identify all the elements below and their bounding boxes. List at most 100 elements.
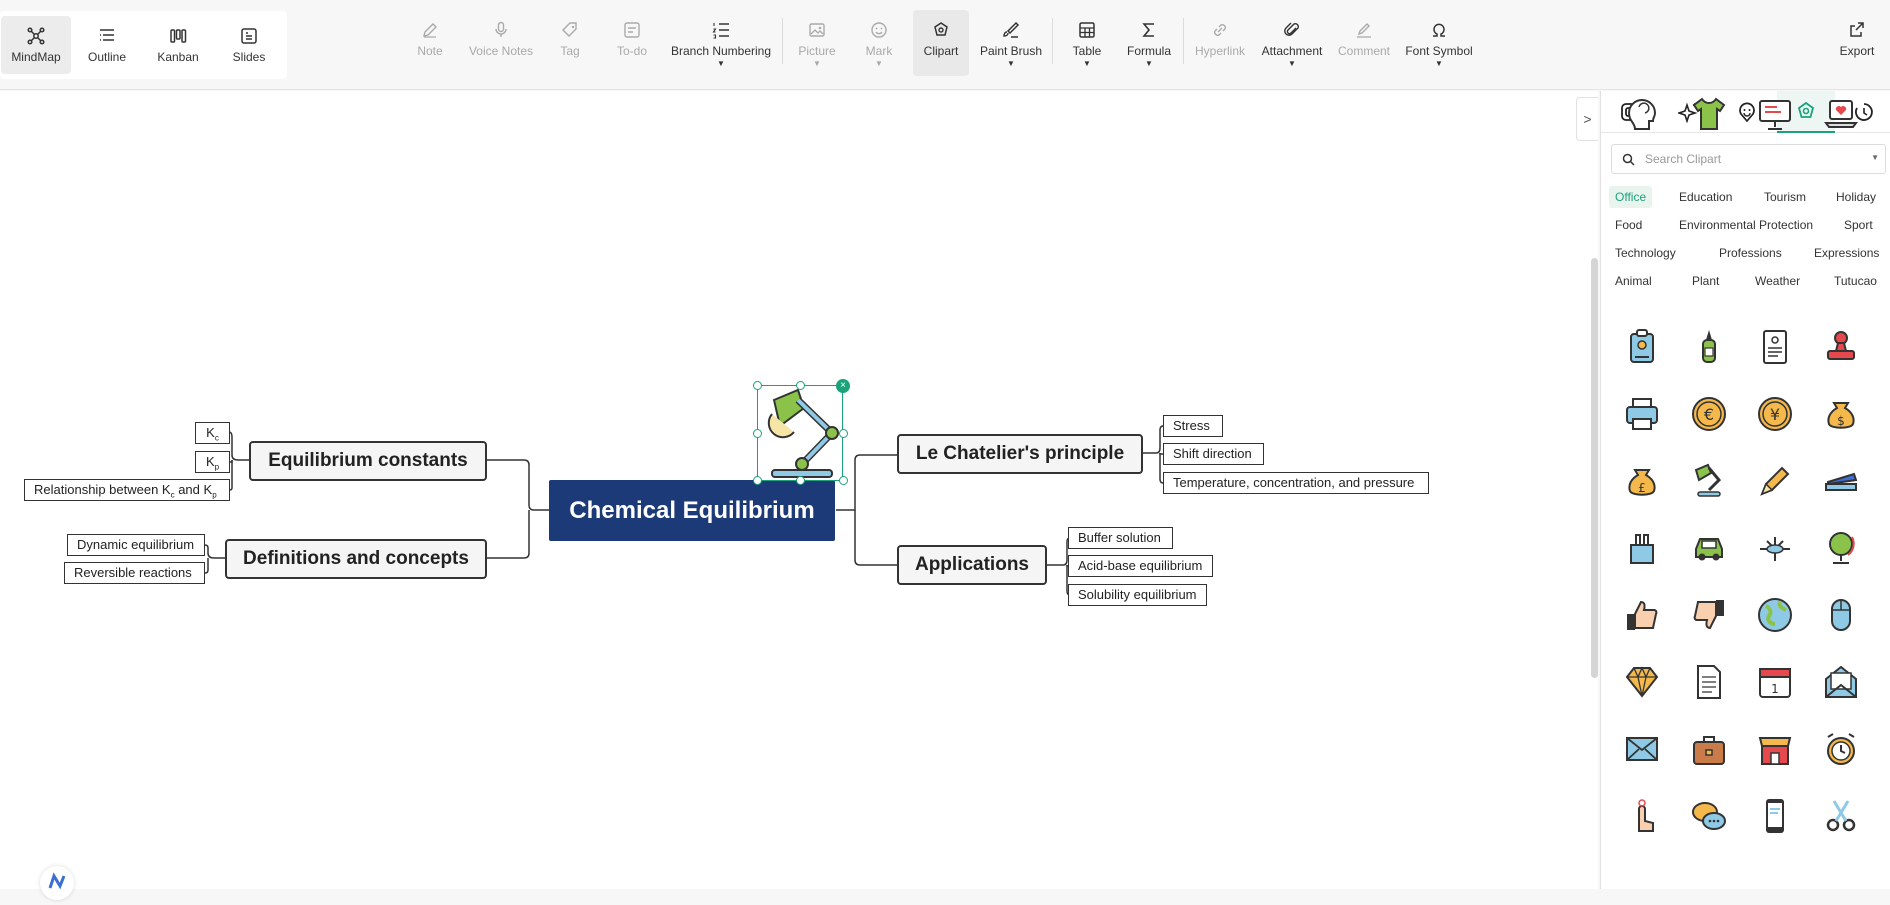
clipart-item[interactable] bbox=[1619, 324, 1665, 370]
selected-clipart[interactable]: × bbox=[753, 379, 850, 485]
clipart-item[interactable] bbox=[1619, 525, 1665, 571]
subtopic-solubility[interactable]: Solubility equilibrium bbox=[1068, 584, 1207, 606]
category-sport[interactable]: Sport bbox=[1838, 214, 1879, 236]
clipart-item[interactable]: ¥ bbox=[1752, 391, 1798, 437]
formula-button[interactable]: Formula ▼ bbox=[1124, 10, 1174, 76]
category-office[interactable]: Office bbox=[1609, 186, 1653, 208]
clipart-item[interactable]: € bbox=[1686, 391, 1732, 437]
clipart-item[interactable] bbox=[1686, 324, 1732, 370]
clipart-item[interactable] bbox=[1818, 525, 1864, 571]
clipart-item[interactable]: £ bbox=[1619, 458, 1665, 504]
voice-notes-button[interactable]: Voice Notes bbox=[466, 10, 536, 76]
clipart-item[interactable] bbox=[1686, 793, 1732, 839]
note-button[interactable]: Note bbox=[410, 10, 450, 76]
clipart-search[interactable]: Search Clipart ▼ bbox=[1611, 144, 1886, 174]
clipart-item[interactable] bbox=[1686, 726, 1732, 772]
resize-handle[interactable] bbox=[753, 429, 762, 438]
category-professions[interactable]: Professions bbox=[1713, 242, 1788, 264]
clipart-item[interactable] bbox=[1686, 458, 1732, 504]
clipart-item[interactable] bbox=[1619, 391, 1665, 437]
resize-handle[interactable] bbox=[839, 429, 848, 438]
category-education[interactable]: Education bbox=[1673, 186, 1738, 208]
attachment-button[interactable]: Attachment ▼ bbox=[1260, 10, 1324, 76]
clipart-item[interactable] bbox=[1752, 458, 1798, 504]
view-kanban-button[interactable]: Kanban bbox=[143, 16, 213, 74]
clipart-item[interactable] bbox=[1619, 91, 1665, 137]
clipart-item[interactable] bbox=[1752, 91, 1798, 137]
resize-handle[interactable] bbox=[753, 476, 762, 485]
clipart-item[interactable] bbox=[1818, 91, 1864, 137]
resize-handle[interactable] bbox=[839, 476, 848, 485]
topic-equilibrium-constants[interactable]: Equilibrium constants bbox=[249, 441, 487, 481]
subtopic-temperature[interactable]: Temperature, concentration, and pressure bbox=[1163, 472, 1429, 494]
topic-applications[interactable]: Applications bbox=[897, 545, 1047, 585]
clipart-item[interactable] bbox=[1619, 592, 1665, 638]
clipart-item[interactable] bbox=[1619, 726, 1665, 772]
category-tutucao[interactable]: Tutucao bbox=[1828, 270, 1883, 292]
category-technology[interactable]: Technology bbox=[1609, 242, 1682, 264]
clipart-button[interactable]: Clipart bbox=[913, 10, 969, 76]
clipart-item[interactable]: 1 bbox=[1752, 659, 1798, 705]
clipart-item[interactable] bbox=[1752, 324, 1798, 370]
clipart-item[interactable] bbox=[1686, 592, 1732, 638]
clipart-item[interactable] bbox=[1752, 726, 1798, 772]
category-tourism[interactable]: Tourism bbox=[1758, 186, 1812, 208]
view-slides-button[interactable]: Slides bbox=[214, 16, 284, 74]
clipart-item[interactable] bbox=[1752, 525, 1798, 571]
category-plant[interactable]: Plant bbox=[1686, 270, 1725, 292]
comment-pen-icon bbox=[1357, 23, 1371, 38]
category-expressions[interactable]: Expressions bbox=[1808, 242, 1885, 264]
clipart-item[interactable] bbox=[1752, 793, 1798, 839]
subtopic-relationship[interactable]: Relationship between Kc and Kp bbox=[24, 479, 230, 501]
font-symbol-button[interactable]: Font Symbol ▼ bbox=[1404, 10, 1474, 76]
subtopic-stress[interactable]: Stress bbox=[1163, 415, 1223, 437]
category-holiday[interactable]: Holiday bbox=[1830, 186, 1882, 208]
clipart-item[interactable] bbox=[1818, 726, 1864, 772]
table-button[interactable]: Table ▼ bbox=[1070, 10, 1104, 76]
clipart-item[interactable] bbox=[1818, 458, 1864, 504]
comment-button[interactable]: Comment bbox=[1337, 10, 1391, 76]
subtopic-acid-base[interactable]: Acid-base equilibrium bbox=[1068, 555, 1213, 577]
subtopic-text: Relationship between K bbox=[34, 482, 171, 497]
branch-numbering-button[interactable]: Branch Numbering ▼ bbox=[668, 10, 774, 76]
clipart-item[interactable] bbox=[1818, 324, 1864, 370]
category-animal[interactable]: Animal bbox=[1609, 270, 1658, 292]
delete-clipart-icon[interactable]: × bbox=[836, 379, 850, 393]
canvas-scrollbar[interactable] bbox=[1591, 258, 1598, 678]
clipart-item[interactable] bbox=[1818, 793, 1864, 839]
resize-handle[interactable] bbox=[796, 476, 805, 485]
category-weather[interactable]: Weather bbox=[1749, 270, 1806, 292]
export-button[interactable]: Export bbox=[1836, 10, 1878, 76]
tag-button[interactable]: Tag bbox=[551, 10, 589, 76]
subtopic-reversible-reactions[interactable]: Reversible reactions bbox=[64, 562, 205, 584]
topic-le-chatelier[interactable]: Le Chatelier's principle bbox=[897, 434, 1143, 474]
view-mindmap-button[interactable]: MindMap bbox=[1, 16, 71, 74]
clipart-item[interactable] bbox=[1752, 592, 1798, 638]
clipart-item[interactable] bbox=[1686, 525, 1732, 571]
hyperlink-button[interactable]: Hyperlink bbox=[1192, 10, 1248, 76]
category-environmental-protection[interactable]: Environmental Protection bbox=[1673, 214, 1819, 236]
subtopic-buffer-solution[interactable]: Buffer solution bbox=[1068, 527, 1173, 549]
topic-definitions-and-concepts[interactable]: Definitions and concepts bbox=[225, 539, 487, 579]
clipart-item[interactable] bbox=[1619, 659, 1665, 705]
mark-button[interactable]: Mark ▼ bbox=[860, 10, 898, 76]
view-outline-button[interactable]: Outline bbox=[72, 16, 142, 74]
central-topic[interactable]: Chemical Equilibrium bbox=[549, 480, 835, 541]
clipart-item[interactable] bbox=[1686, 659, 1732, 705]
subtopic-kp[interactable]: Kp bbox=[195, 451, 230, 473]
clipart-item[interactable] bbox=[1818, 592, 1864, 638]
picture-button[interactable]: Picture ▼ bbox=[793, 10, 841, 76]
subtopic-shift-direction[interactable]: Shift direction bbox=[1163, 443, 1264, 465]
todo-button[interactable]: To-do bbox=[610, 10, 654, 76]
resize-handle[interactable] bbox=[796, 381, 805, 390]
clipart-item[interactable] bbox=[1818, 659, 1864, 705]
subtopic-kc[interactable]: Kc bbox=[195, 422, 230, 444]
subtopic-dynamic-equilibrium[interactable]: Dynamic equilibrium bbox=[67, 534, 205, 556]
paint-brush-button[interactable]: Paint Brush ▼ bbox=[978, 10, 1044, 76]
clipart-item[interactable] bbox=[1619, 793, 1665, 839]
category-food[interactable]: Food bbox=[1609, 214, 1648, 236]
clipart-item[interactable] bbox=[1686, 91, 1732, 137]
resize-handle[interactable] bbox=[753, 381, 762, 390]
collapse-panel-button[interactable]: > bbox=[1576, 97, 1598, 141]
clipart-item[interactable]: $ bbox=[1818, 391, 1864, 437]
